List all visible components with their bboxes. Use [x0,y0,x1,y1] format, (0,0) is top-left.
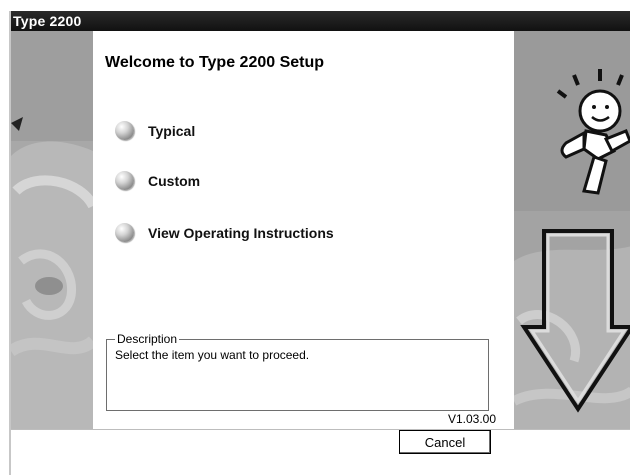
radio-ball-icon [115,121,134,140]
option-view-operating-instructions[interactable]: View Operating Instructions [115,223,334,242]
option-typical[interactable]: Typical [115,121,195,140]
version-label: V1.03.00 [447,412,496,426]
radio-ball-icon [115,171,134,190]
radio-ball-icon [115,223,134,242]
description-box: Description Select the item you want to … [106,332,489,411]
setup-window: Type 2200 Welcome to Type 2200 Setup Typ… [9,11,630,475]
page-title: Welcome to Type 2200 Setup [105,54,325,71]
option-custom[interactable]: Custom [115,171,200,190]
description-legend: Description [115,332,180,346]
description-text: Select the item you want to proceed. [115,348,310,362]
option-label: Typical [148,122,196,139]
left-decorative-art [11,31,93,429]
option-label: Custom [148,172,201,189]
cancel-button[interactable]: Cancel [399,430,491,454]
footer-divider [11,429,630,430]
window-title: Type 2200 [11,11,630,31]
option-label: View Operating Instructions [148,224,334,241]
right-decorative-art [514,31,630,429]
main-panel: Welcome to Type 2200 Setup Typical Custo… [93,31,514,429]
